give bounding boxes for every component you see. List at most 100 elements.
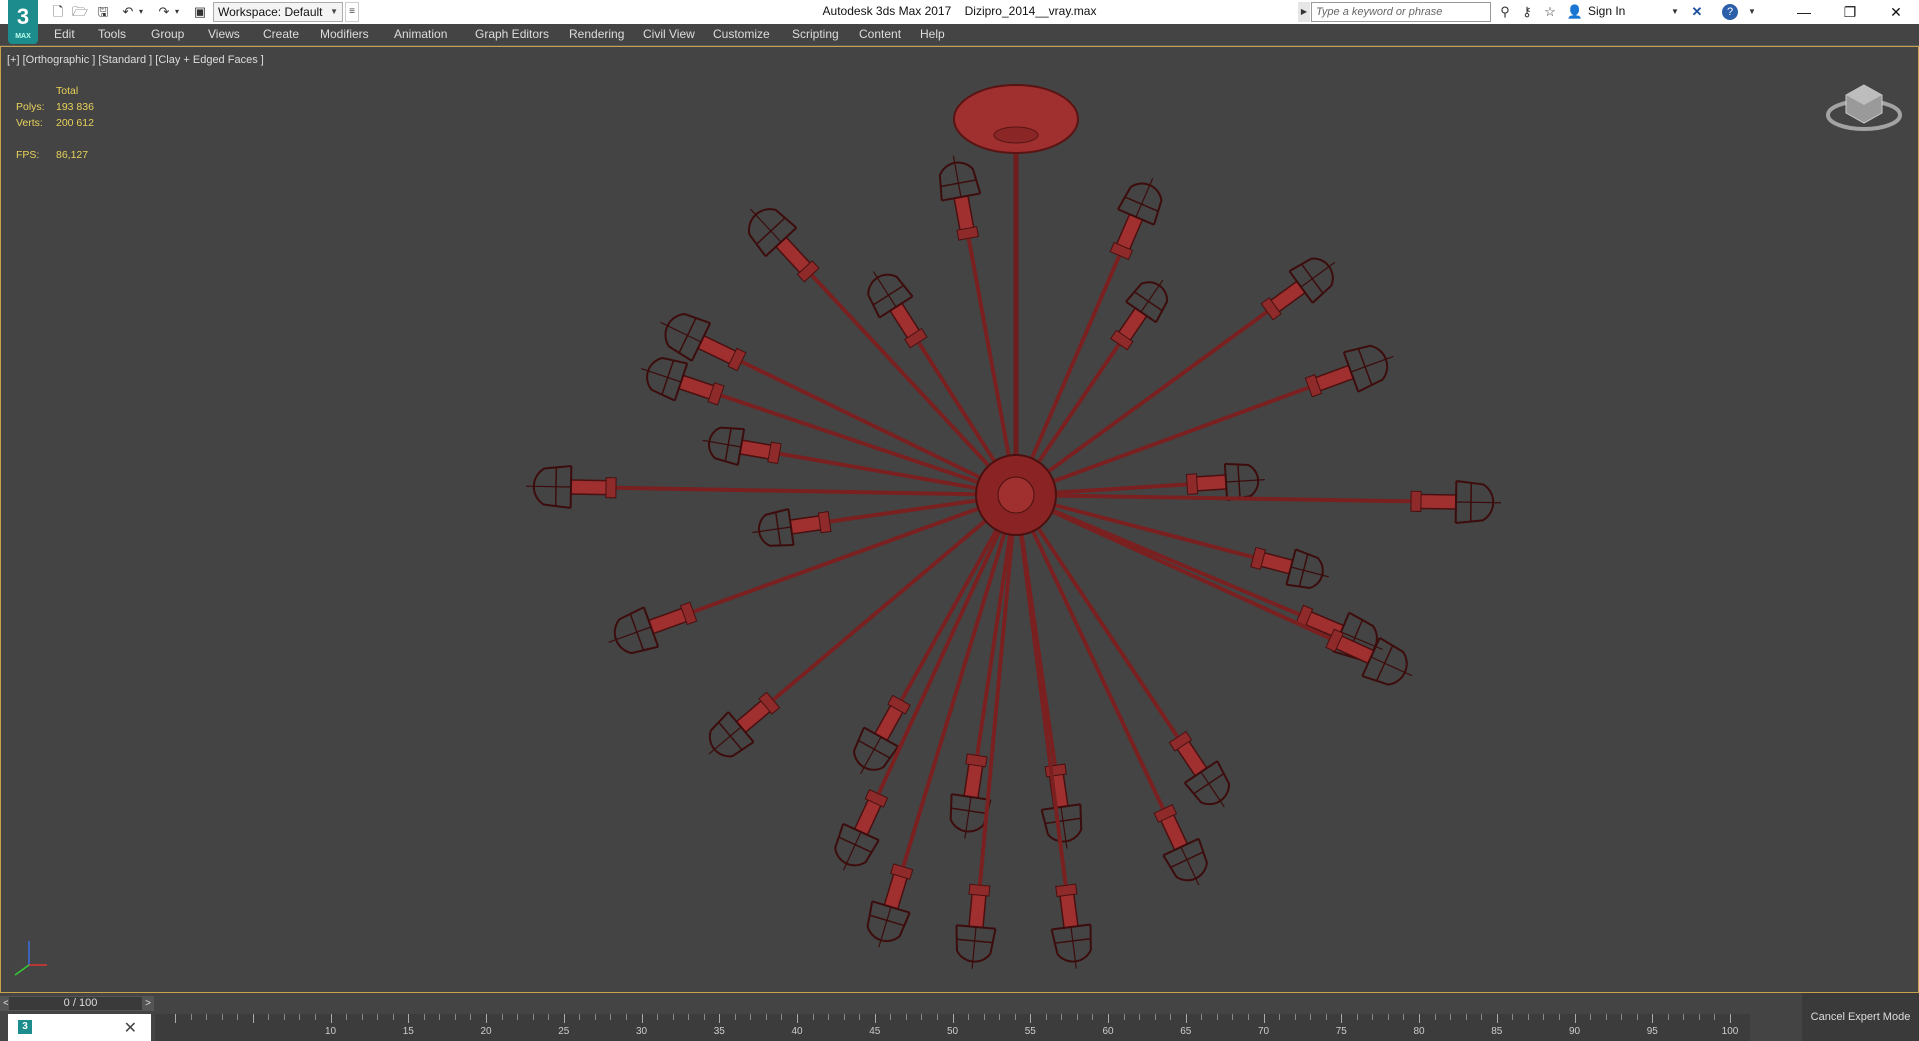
chandelier-arm	[1015, 370, 1352, 497]
subscription-icon[interactable]: ⚷	[1517, 3, 1537, 21]
timeline-tick	[1730, 1014, 1731, 1023]
time-slider[interactable]: 0 / 100	[8, 996, 153, 1011]
chevron-down-icon[interactable]: ▼	[1665, 3, 1685, 21]
timeline-tick	[1698, 1014, 1700, 1020]
menu-graph-editors[interactable]: Graph Editors	[475, 27, 549, 41]
sign-in-button[interactable]: Sign In	[1588, 4, 1625, 18]
lamp-cage	[1250, 546, 1329, 590]
timeline-tick	[486, 1014, 487, 1023]
lamp-cage	[752, 508, 832, 547]
timeline-tick	[672, 1014, 674, 1020]
timeline-tick	[1061, 1014, 1063, 1020]
timeline-tick	[968, 1014, 970, 1020]
new-file-icon[interactable]: 🗋	[48, 3, 68, 21]
binoculars-icon[interactable]: ⚲	[1495, 3, 1515, 21]
timeline-tick	[1558, 1014, 1560, 1020]
timeline-tick	[1527, 1014, 1529, 1020]
menu-civil-view[interactable]: Civil View	[643, 27, 695, 41]
timeline-tick	[952, 1014, 954, 1023]
viewport-label-menu[interactable]: [+] [Orthographic ] [Standard ] [Clay + …	[7, 54, 264, 66]
lamp-cage	[1109, 178, 1163, 261]
lamp-cage	[1410, 480, 1502, 524]
close-button[interactable]: ✕	[1873, 0, 1919, 24]
timeline-tick	[1201, 1014, 1203, 1020]
timeline-tick	[392, 1014, 394, 1020]
menu-help[interactable]: Help	[920, 27, 945, 41]
search-input[interactable]: Type a keyword or phrase	[1311, 2, 1491, 22]
lamp-cage	[1325, 628, 1413, 686]
timeline-tick	[501, 1014, 503, 1020]
redo-dropdown-icon[interactable]: ▾	[172, 3, 182, 21]
timeline-tick	[470, 1014, 472, 1020]
redo-icon[interactable]: ↷	[154, 3, 174, 21]
timeline-tick	[252, 1014, 254, 1023]
timeline-tick	[1294, 1014, 1296, 1020]
timeline-tick	[175, 1014, 176, 1023]
viewport[interactable]: [+] [Orthographic ] [Standard ] [Clay + …	[0, 46, 1919, 993]
project-folder-icon[interactable]: ▣	[190, 3, 210, 21]
timeline-tick	[610, 1014, 612, 1020]
timeline-tick	[688, 1014, 690, 1020]
cancel-expert-mode-button[interactable]: Cancel Expert Mode	[1802, 993, 1919, 1041]
close-icon[interactable]: ✕	[124, 1018, 137, 1038]
app-menu-button[interactable]: 3 MAX	[8, 0, 38, 44]
timeline-tick	[1372, 1014, 1374, 1020]
timeline-tick-label: 65	[1180, 1026, 1192, 1037]
favorites-star-icon[interactable]: ☆	[1540, 3, 1560, 21]
viewcube-icon[interactable]	[1824, 77, 1904, 137]
timeline-tick	[548, 1014, 550, 1020]
undo-dropdown-icon[interactable]: ▾	[136, 3, 146, 21]
chevron-right-icon[interactable]: ▶	[1298, 2, 1310, 22]
menu-tools[interactable]: Tools	[98, 27, 126, 41]
polys-label: Polys:	[16, 101, 45, 113]
restore-button[interactable]: ❐	[1827, 0, 1873, 24]
lamp-cage	[1110, 279, 1169, 351]
timeline-tick	[905, 1014, 907, 1020]
exchange-apps-icon[interactable]: ✕	[1687, 3, 1707, 21]
help-icon[interactable]: ?	[1722, 4, 1738, 20]
timeline-tick	[999, 1014, 1001, 1020]
workspace-dropdown[interactable]: Workspace: Default ▼	[213, 2, 343, 22]
timeline-tick	[1045, 1014, 1047, 1020]
save-file-icon[interactable]: 🖫	[93, 3, 113, 21]
menu-edit[interactable]: Edit	[54, 27, 75, 41]
menu-group[interactable]: Group	[151, 27, 184, 41]
lamp-cage	[1153, 804, 1208, 886]
chevron-down-icon: ▼	[330, 7, 338, 16]
minimize-button[interactable]: —	[1781, 0, 1827, 24]
maxscript-icon: 3	[18, 1020, 32, 1034]
axis-tripod-icon	[14, 941, 47, 976]
timeline-tick-label: 90	[1568, 1026, 1581, 1037]
menu-views[interactable]: Views	[208, 27, 240, 41]
open-file-icon[interactable]: 🗁	[70, 3, 90, 21]
undo-icon[interactable]: ↶	[118, 3, 138, 21]
lamp-cage	[1168, 730, 1230, 808]
menu-create[interactable]: Create	[263, 27, 299, 41]
timeline-tick	[921, 1014, 923, 1020]
menu-customize[interactable]: Customize	[713, 27, 770, 41]
maxscript-listener[interactable]: 3 ✕	[8, 1014, 151, 1041]
menu-scripting[interactable]: Scripting	[792, 27, 839, 41]
timeline-tick	[563, 1014, 565, 1023]
timeline-tick	[1683, 1014, 1685, 1020]
timeline-tick	[719, 1014, 721, 1023]
menu-content[interactable]: Content	[859, 27, 901, 41]
chevron-down-icon[interactable]: ▼	[1742, 3, 1762, 21]
timeline-tick-label: 50	[946, 1026, 959, 1037]
lamp-cage	[938, 155, 982, 241]
timeline-tick	[781, 1014, 783, 1020]
timeline-tick	[1108, 1014, 1109, 1023]
timeline-tick-label: 40	[791, 1026, 803, 1037]
timeline-tick	[283, 1014, 285, 1020]
overflow-menu-icon[interactable]: ≡	[345, 2, 359, 22]
timeline-track[interactable]: 10 15 20 25 30 35 40 45 50 55 60 65 70 75 80 85 90 95 100	[155, 1014, 1750, 1041]
next-frame-button[interactable]: >	[142, 996, 154, 1011]
menu-animation[interactable]: Animation	[394, 27, 447, 41]
menu-modifiers[interactable]: Modifiers	[320, 27, 369, 41]
timeline-tick	[1387, 1014, 1389, 1020]
timeline-tick	[1636, 1014, 1638, 1020]
chandelier-arm	[740, 445, 1017, 497]
timeline-tick	[237, 1014, 239, 1020]
chandelier-arm	[1015, 493, 1457, 504]
menu-rendering[interactable]: Rendering	[569, 27, 624, 41]
